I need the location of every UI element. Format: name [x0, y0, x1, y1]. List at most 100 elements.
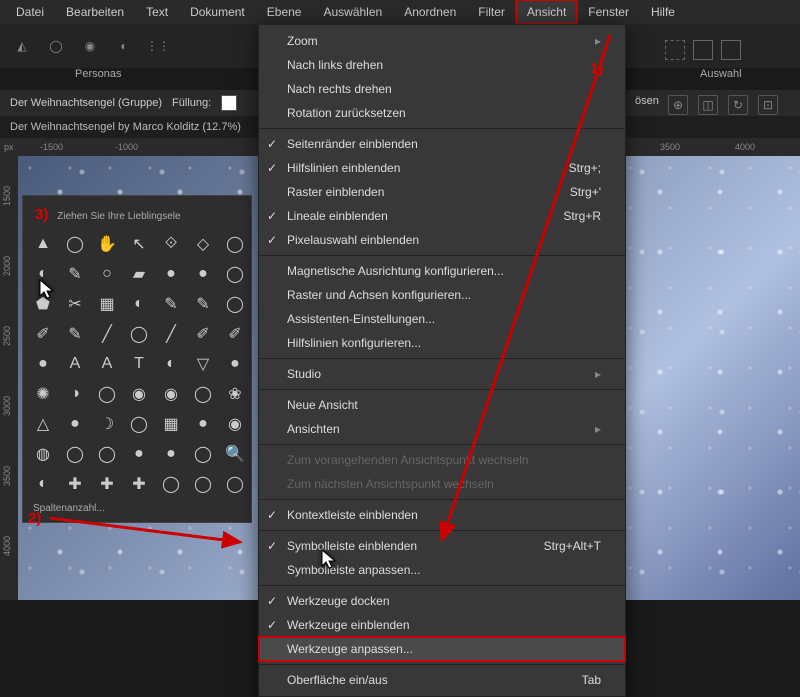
tool-item-6[interactable]: ◯ — [221, 231, 249, 257]
menu-item-werkzeuge-anpassen[interactable]: Werkzeuge anpassen... — [259, 637, 625, 661]
selection-solid-icon[interactable] — [721, 40, 741, 60]
tool-item-56[interactable]: ◐ — [29, 471, 57, 497]
tool-item-2[interactable]: ✋ — [93, 231, 121, 257]
tool-item-20[interactable]: ◯ — [221, 291, 249, 317]
rotate-icon[interactable]: ↻ — [728, 95, 748, 115]
persona-photo-icon[interactable]: ◯ — [46, 36, 66, 56]
tool-item-27[interactable]: ✐ — [221, 321, 249, 347]
tool-palette-footer[interactable]: Spaltenanzahl... — [29, 497, 245, 516]
tool-item-44[interactable]: ☽ — [93, 411, 121, 437]
menu-fenster[interactable]: Fenster — [578, 1, 639, 23]
tool-item-21[interactable]: ✐ — [29, 321, 57, 347]
menu-item-pixelauswahl-einblenden[interactable]: ✓Pixelauswahl einblenden — [259, 228, 625, 252]
menu-item-magnetische-ausrichtung-konfigurieren[interactable]: Magnetische Ausrichtung konfigurieren... — [259, 259, 625, 283]
menu-item-nach-rechts-drehen[interactable]: Nach rechts drehen — [259, 77, 625, 101]
tool-item-41[interactable]: ❀ — [221, 381, 249, 407]
tool-item-51[interactable]: ◯ — [93, 441, 121, 467]
tool-item-3[interactable]: ↖ — [125, 231, 153, 257]
persona-develop-icon[interactable]: ◐ — [114, 36, 134, 56]
menu-item-nach-links-drehen[interactable]: Nach links drehen — [259, 53, 625, 77]
tool-item-5[interactable]: ◇ — [189, 231, 217, 257]
menu-item-symbolleiste-anpassen[interactable]: Symbolleiste anpassen... — [259, 558, 625, 582]
tool-item-52[interactable]: ● — [125, 441, 153, 467]
menu-dokument[interactable]: Dokument — [180, 1, 255, 23]
menu-item-raster-einblenden[interactable]: Raster einblendenStrg+' — [259, 180, 625, 204]
menu-item-symbolleiste-einblenden[interactable]: ✓Symbolleiste einblendenStrg+Alt+T — [259, 534, 625, 558]
tool-item-12[interactable]: ● — [189, 261, 217, 287]
tool-item-32[interactable]: ◐ — [157, 351, 185, 377]
tool-item-48[interactable]: ◉ — [221, 411, 249, 437]
tool-item-43[interactable]: ● — [61, 411, 89, 437]
menu-item-assistenten-einstellungen[interactable]: Assistenten-Einstellungen... — [259, 307, 625, 331]
menu-item-kontextleiste-einblenden[interactable]: ✓Kontextleiste einblenden — [259, 503, 625, 527]
tool-item-61[interactable]: ◯ — [189, 471, 217, 497]
tool-item-19[interactable]: ✎ — [189, 291, 217, 317]
tool-item-22[interactable]: ✎ — [61, 321, 89, 347]
document-tab[interactable]: Der Weihnachtsengel by Marco Kolditz (12… — [10, 121, 241, 133]
tool-item-1[interactable]: ◯ — [61, 231, 89, 257]
menu-item-raster-und-achsen-konfigurieren[interactable]: Raster und Achsen konfigurieren... — [259, 283, 625, 307]
crop-icon[interactable]: ◫ — [698, 95, 718, 115]
tool-item-4[interactable]: ⟐ — [157, 231, 185, 257]
menu-bearbeiten[interactable]: Bearbeiten — [56, 1, 134, 23]
tool-item-0[interactable]: ▲ — [29, 231, 57, 257]
selection-dashed-icon[interactable] — [665, 40, 685, 60]
tool-item-33[interactable]: ▽ — [189, 351, 217, 377]
menu-item-werkzeuge-docken[interactable]: ✓Werkzeuge docken — [259, 589, 625, 613]
tool-item-31[interactable]: T — [125, 351, 153, 377]
menu-filter[interactable]: Filter — [468, 1, 515, 23]
tool-item-49[interactable]: ◍ — [29, 441, 57, 467]
tool-item-47[interactable]: ● — [189, 411, 217, 437]
tool-item-58[interactable]: ✚ — [93, 471, 121, 497]
tool-item-8[interactable]: ✎ — [61, 261, 89, 287]
tool-item-39[interactable]: ◉ — [157, 381, 185, 407]
menu-item-neue-ansicht[interactable]: Neue Ansicht — [259, 393, 625, 417]
menu-item-oberfl-che-ein-aus[interactable]: Oberfläche ein/ausTab — [259, 668, 625, 692]
tool-item-28[interactable]: ● — [29, 351, 57, 377]
tool-item-50[interactable]: ◯ — [61, 441, 89, 467]
persona-liquify-icon[interactable]: ◉ — [80, 36, 100, 56]
tool-item-35[interactable]: ✺ — [29, 381, 57, 407]
menu-item-studio[interactable]: Studio▸ — [259, 362, 625, 386]
tool-item-30[interactable]: A — [93, 351, 121, 377]
tool-item-24[interactable]: ◯ — [125, 321, 153, 347]
tool-item-11[interactable]: ● — [157, 261, 185, 287]
tool-item-60[interactable]: ◯ — [157, 471, 185, 497]
tool-item-59[interactable]: ✚ — [125, 471, 153, 497]
tool-item-9[interactable]: ○ — [93, 261, 121, 287]
tool-item-40[interactable]: ◯ — [189, 381, 217, 407]
menu-ebene[interactable]: Ebene — [257, 1, 312, 23]
menu-item-zoom[interactable]: Zoom▸ — [259, 29, 625, 53]
selection-invert-icon[interactable] — [693, 40, 713, 60]
tool-item-62[interactable]: ◯ — [221, 471, 249, 497]
tool-item-57[interactable]: ✚ — [61, 471, 89, 497]
tool-item-37[interactable]: ◯ — [93, 381, 121, 407]
tool-item-13[interactable]: ◯ — [221, 261, 249, 287]
menu-item-werkzeuge-einblenden[interactable]: ✓Werkzeuge einblenden — [259, 613, 625, 637]
tool-item-45[interactable]: ◯ — [125, 411, 153, 437]
tool-item-15[interactable]: ✂ — [61, 291, 89, 317]
menu-hilfe[interactable]: Hilfe — [641, 1, 685, 23]
tool-item-18[interactable]: ✎ — [157, 291, 185, 317]
tool-item-34[interactable]: ● — [221, 351, 249, 377]
fill-color-swatch[interactable] — [221, 95, 237, 111]
tool-item-10[interactable]: ▰ — [125, 261, 153, 287]
tool-item-23[interactable]: ╱ — [93, 321, 121, 347]
tool-item-7[interactable]: ◐ — [29, 261, 57, 287]
tool-item-42[interactable]: △ — [29, 411, 57, 437]
tool-item-29[interactable]: A — [61, 351, 89, 377]
menu-item-hilfslinien-einblenden[interactable]: ✓Hilfslinien einblendenStrg+; — [259, 156, 625, 180]
tool-item-14[interactable]: ⬟ — [29, 291, 57, 317]
tool-item-36[interactable]: ◑ — [61, 381, 89, 407]
tool-item-26[interactable]: ✐ — [189, 321, 217, 347]
menu-datei[interactable]: Datei — [6, 1, 54, 23]
menu-item-rotation-zur-cksetzen[interactable]: Rotation zurücksetzen — [259, 101, 625, 125]
menu-anordnen[interactable]: Anordnen — [394, 1, 466, 23]
tool-item-53[interactable]: ● — [157, 441, 185, 467]
menu-item-seitenr-nder-einblenden[interactable]: ✓Seitenränder einblenden — [259, 132, 625, 156]
menu-auswählen[interactable]: Auswählen — [313, 1, 392, 23]
menu-text[interactable]: Text — [136, 1, 178, 23]
tool-item-46[interactable]: ▦ — [157, 411, 185, 437]
menu-ansicht[interactable]: Ansicht — [517, 1, 576, 23]
persona-export-icon[interactable]: ⋮⋮ — [148, 36, 168, 56]
